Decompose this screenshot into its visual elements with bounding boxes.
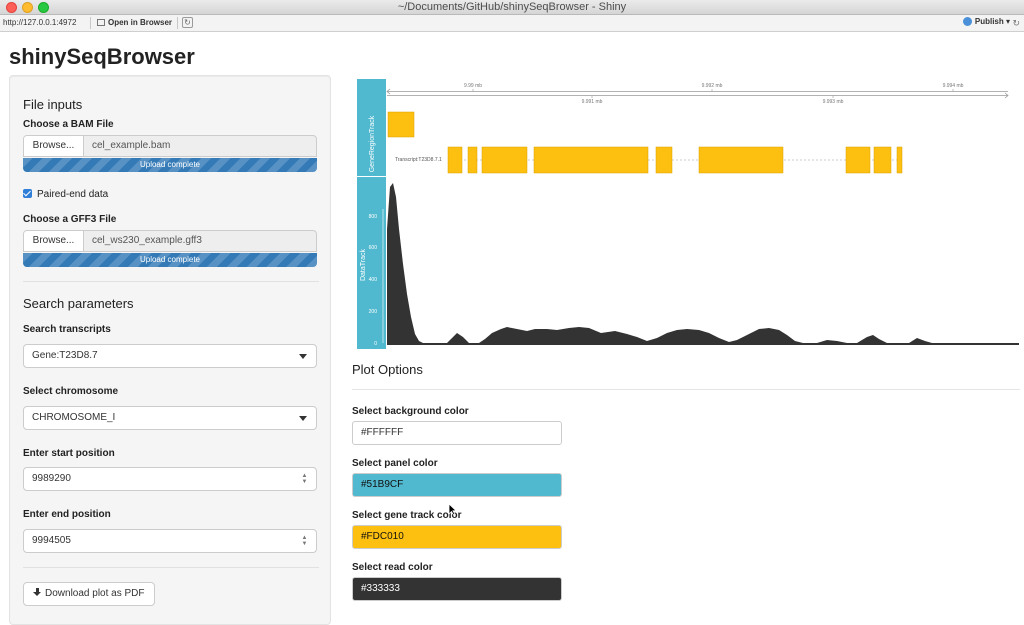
stepper-icon[interactable]: ▲ ▼ [301,535,308,547]
y-tick-label: 200 [369,309,378,315]
gene-exon [655,146,673,174]
data-track-label: DataTrack [360,248,367,281]
gff-file-label: Choose a GFF3 File [23,214,117,225]
read-color-input[interactable]: #333333 [352,577,562,601]
url-display: http://127.0.0.1:4972 [3,18,77,27]
gene-track-color-input[interactable]: #FDC010 [352,525,562,549]
bam-file-label: Choose a BAM File [23,119,114,130]
gene-region-track: Transcript:T23D8.7.1 [387,111,903,174]
genome-axis: 9.99 mb 9.992 mb 9.994 mb 9.991 mb 9.993… [386,83,1009,105]
read-coverage-area [387,183,1019,345]
app-title: shinySeqBrowser [9,44,195,69]
gene-exon [481,146,528,174]
axis-tick-label: 9.991 mb [582,99,603,105]
chromosome-select[interactable]: CHROMOSOME_I [23,406,317,430]
publish-button[interactable]: Publish ▾ [962,17,1010,26]
download-icon [33,588,41,597]
plot-options-divider [352,389,1020,390]
transcript-label: Transcript:T23D8.7.1 [395,157,442,163]
gene-track-label: GeneRegionTrack [369,115,376,172]
read-color-value: #333333 [361,583,400,594]
gene-exon [387,111,415,138]
download-pdf-button[interactable]: Download plot as PDF [23,582,155,606]
window-titlebar: ~/Documents/GitHub/shinySeqBrowser - Shi… [0,0,1024,15]
mouse-pointer-icon [448,503,457,516]
gff-upload-progress: Upload complete [23,253,317,267]
download-label: Download plot as PDF [45,588,145,599]
gene-track-color-label: Select gene track color [352,510,462,521]
gene-exon [533,146,649,174]
axis-tick-label: 9.99 mb [464,83,482,89]
sidebar-divider [23,281,319,282]
bam-filename: cel_example.bam [92,140,171,151]
background-color-label: Select background color [352,406,469,417]
gff-browse-button[interactable]: Browse... [24,231,84,251]
bam-browse-button[interactable]: Browse... [24,136,84,156]
bam-file-input[interactable]: Browse... cel_example.bam [23,135,317,157]
gene-exon [873,146,892,174]
gene-exon [698,146,784,174]
background-color-input[interactable]: #FFFFFF [352,421,562,445]
axis-tick-label: 9.994 mb [943,83,964,89]
transcript-label: Search transcripts [23,324,111,335]
gene-exon [447,146,463,174]
window-title: ~/Documents/GitHub/shinySeqBrowser - Shi… [397,1,627,13]
genome-track-plot: GeneRegionTrack DataTrack 9.99 mb 9.992 … [357,79,1019,349]
publish-label: Publish [974,17,1004,26]
gene-track-color-value: #FDC010 [361,531,404,542]
gene-exon [845,146,871,174]
panel-color-input[interactable]: #51B9CF [352,473,562,497]
gff-file-input[interactable]: Browse... cel_ws230_example.gff3 [23,230,317,252]
file-inputs-heading: File inputs [23,97,83,112]
toolbar-divider [177,17,178,29]
search-parameters-heading: Search parameters [23,296,134,311]
start-position-input[interactable]: 9989290 ▲ ▼ [23,467,317,491]
end-position-input[interactable]: 9994505 ▲ ▼ [23,529,317,553]
background-color-value: #FFFFFF [361,427,404,438]
y-tick-label: 800 [369,214,378,220]
reload-icon[interactable]: ↻ [1012,18,1020,29]
refresh-icon[interactable]: ↻ [182,17,193,28]
panel-color-label: Select panel color [352,458,438,469]
browser-icon [97,19,105,26]
chromosome-value: CHROMOSOME_I [32,412,116,423]
viewer-toolbar: http://127.0.0.1:4972 Open in Browser ↻ … [0,15,1024,32]
toolbar-divider [90,17,91,29]
plot-options-heading: Plot Options [352,362,423,377]
y-tick-label: 600 [369,245,378,251]
sidebar-panel: File inputs Choose a BAM File Browse... … [9,75,331,625]
paired-end-label: Paired-end data [37,189,109,200]
gff-filename: cel_ws230_example.gff3 [92,235,202,246]
publish-icon [962,17,972,26]
gene-exon [896,146,903,174]
transcript-value: Gene:T23D8.7 [32,350,98,361]
end-position-label: Enter end position [23,509,111,520]
chevron-down-icon [299,354,307,359]
open-in-browser-button[interactable]: Open in Browser [97,18,172,27]
y-tick-label: 400 [369,277,378,283]
start-position-value: 9989290 [32,473,71,484]
bam-upload-progress: Upload complete [23,158,317,172]
end-position-value: 9994505 [32,535,71,546]
stepper-icon[interactable]: ▲ ▼ [301,473,308,485]
checkbox-icon[interactable] [23,189,32,198]
sidebar-divider [23,567,319,568]
axis-tick-label: 9.993 mb [823,99,844,105]
transcript-select[interactable]: Gene:T23D8.7 [23,344,317,368]
read-color-label: Select read color [352,562,433,573]
y-tick-label: 0 [374,341,377,347]
start-position-label: Enter start position [23,448,115,459]
gene-exon [467,146,478,174]
paired-end-checkbox[interactable]: Paired-end data [23,189,108,200]
panel-color-value: #51B9CF [361,479,404,490]
chevron-down-icon [299,416,307,421]
axis-tick-label: 9.992 mb [702,83,723,89]
open-in-browser-label: Open in Browser [108,18,173,27]
chromosome-label: Select chromosome [23,386,119,397]
